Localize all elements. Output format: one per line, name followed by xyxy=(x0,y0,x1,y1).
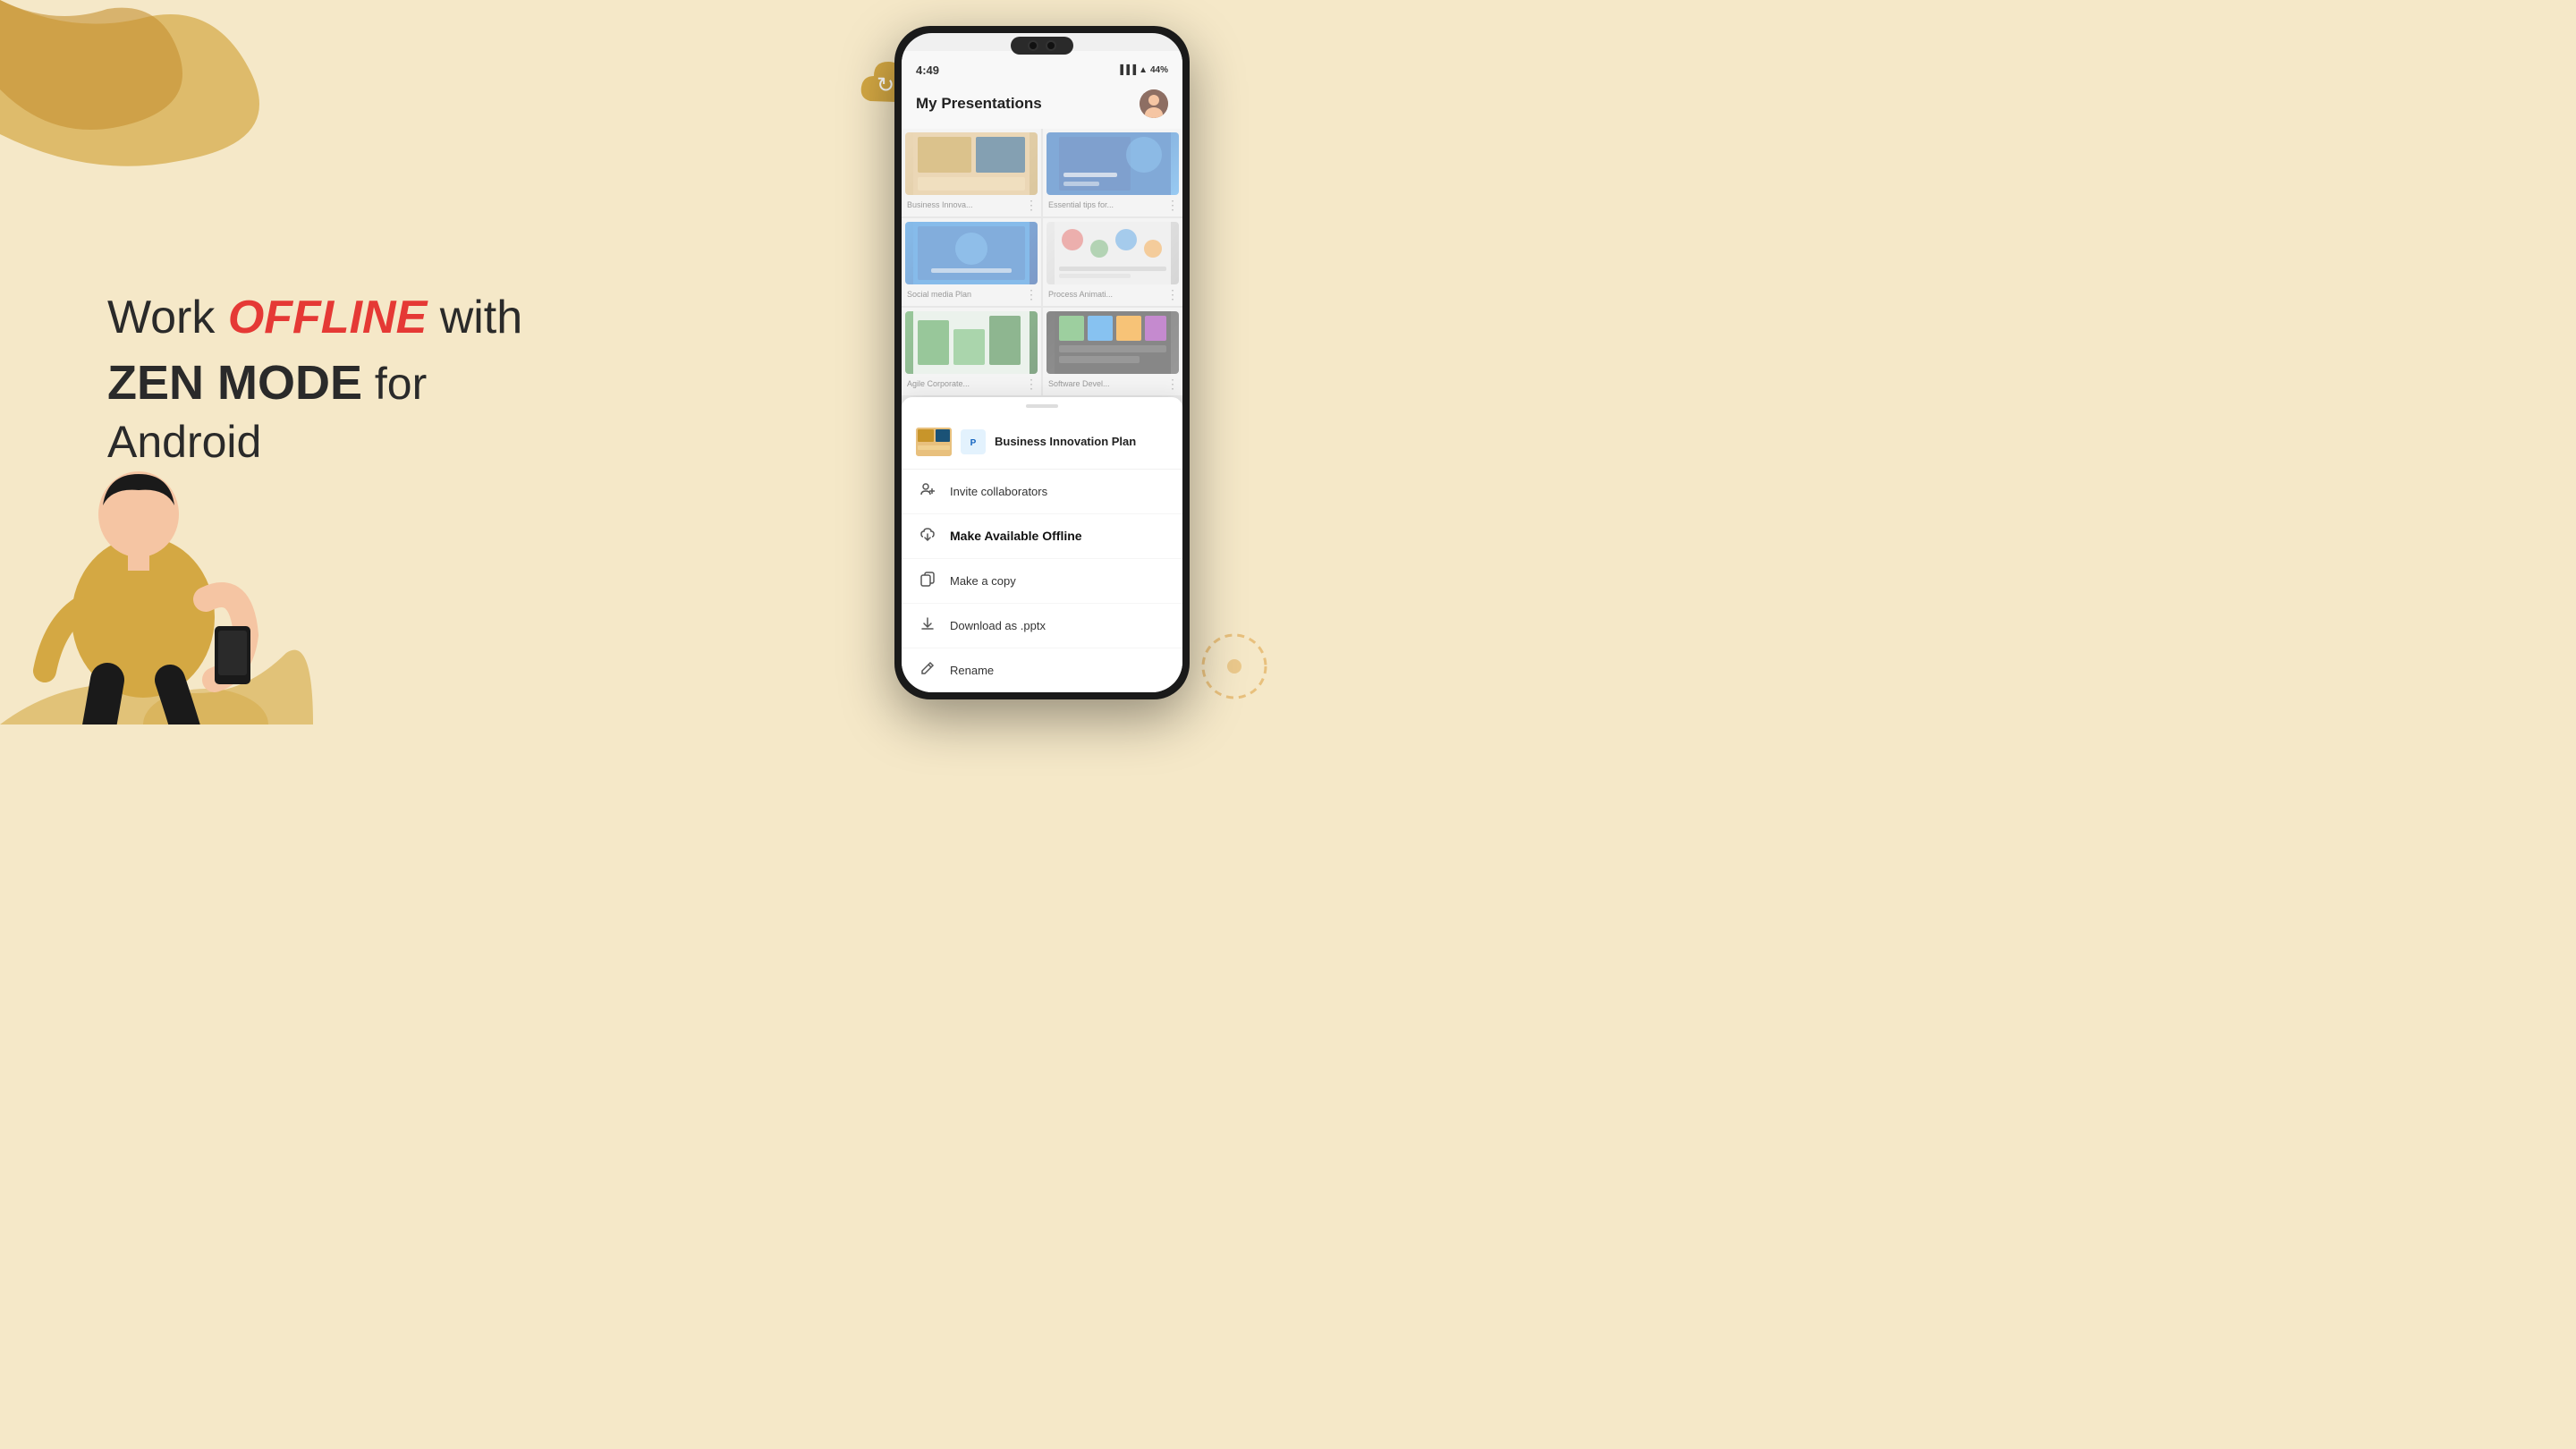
sheet-pptx-icon: P xyxy=(961,429,986,454)
headline-offline: OFFLINE xyxy=(228,292,427,343)
pres-name: Process Animati... xyxy=(1048,290,1113,299)
pres-name: Essential tips for... xyxy=(1048,200,1114,209)
status-time: 4:49 xyxy=(916,64,939,77)
rename-item[interactable]: Rename xyxy=(902,648,1182,692)
presentation-thumbnail xyxy=(905,132,1038,195)
list-item[interactable]: Process Animati... ⋮ xyxy=(1043,218,1182,306)
camera-bump xyxy=(1011,37,1073,55)
phone-section: 4:49 ▐▐▐ ▲ 44% My Presentations xyxy=(894,26,1199,699)
status-icons: ▐▐▐ ▲ 44% xyxy=(1117,65,1168,75)
list-item[interactable]: Software Devel... ⋮ xyxy=(1043,308,1182,395)
user-avatar[interactable] xyxy=(1140,89,1168,118)
sheet-handle xyxy=(1026,404,1058,408)
make-copy-label: Make a copy xyxy=(950,574,1016,588)
invite-collaborators-item[interactable]: Invite collaborators xyxy=(902,470,1182,514)
more-icon[interactable]: ⋮ xyxy=(1166,377,1179,392)
presentation-label: Process Animati... ⋮ xyxy=(1046,284,1179,302)
sheet-thumb-preview xyxy=(916,428,952,456)
presentation-thumbnail xyxy=(905,311,1038,374)
presentation-label: Essential tips for... ⋮ xyxy=(1046,195,1179,213)
invite-collaborators-label: Invite collaborators xyxy=(950,485,1047,498)
presentation-thumbnail xyxy=(1046,132,1179,195)
svg-text:P: P xyxy=(970,438,977,448)
more-icon[interactable]: ⋮ xyxy=(1166,287,1179,302)
presentations-grid: Business Innova... ⋮ xyxy=(902,129,1182,395)
list-item[interactable]: Social media Plan ⋮ xyxy=(902,218,1041,306)
make-copy-item[interactable]: Make a copy xyxy=(902,559,1182,604)
make-available-offline-item[interactable]: Make Available Offline xyxy=(902,514,1182,559)
camera-dot-2 xyxy=(1046,40,1056,51)
person-illustration xyxy=(0,349,340,724)
battery-text: 44% xyxy=(1150,65,1168,75)
presentation-label: Agile Corporate... ⋮ xyxy=(905,374,1038,392)
copy-icon xyxy=(918,571,937,591)
presentation-label: Social media Plan ⋮ xyxy=(905,284,1038,302)
sheet-drag-handle-area xyxy=(902,397,1182,408)
pres-name: Software Devel... xyxy=(1048,379,1110,388)
headline-line1: Work OFFLINE with xyxy=(107,290,572,345)
list-item[interactable]: Agile Corporate... ⋮ xyxy=(902,308,1041,395)
rename-label: Rename xyxy=(950,664,994,677)
presentation-thumbnail xyxy=(1046,222,1179,284)
download-icon xyxy=(918,615,937,636)
phone-inner: 4:49 ▐▐▐ ▲ 44% My Presentations xyxy=(902,33,1182,692)
headline-prefix: Work xyxy=(107,292,228,343)
camera-dot-1 xyxy=(1028,40,1038,51)
download-pptx-item[interactable]: Download as .pptx xyxy=(902,604,1182,648)
pres-name: Business Innova... xyxy=(907,200,973,209)
headline-suffix: with xyxy=(427,292,522,343)
presentation-label: Business Innova... ⋮ xyxy=(905,195,1038,213)
sheet-presentation-title: Business Innovation Plan xyxy=(995,435,1136,448)
presentation-thumbnail xyxy=(905,222,1038,284)
make-available-offline-label: Make Available Offline xyxy=(950,529,1082,543)
more-icon[interactable]: ⋮ xyxy=(1166,198,1179,213)
pres-name: Agile Corporate... xyxy=(907,379,970,388)
rename-icon xyxy=(918,660,937,681)
wifi-icon: ▲ xyxy=(1139,65,1148,75)
more-icon[interactable]: ⋮ xyxy=(1025,377,1038,392)
app-title: My Presentations xyxy=(916,95,1042,113)
bottom-sheet: P Business Innovation Plan xyxy=(902,397,1182,692)
list-item[interactable]: Business Innova... ⋮ xyxy=(902,129,1041,216)
app-header: My Presentations xyxy=(902,82,1182,129)
invite-collaborators-icon xyxy=(918,481,937,502)
offline-icon xyxy=(918,526,937,547)
more-icon[interactable]: ⋮ xyxy=(1025,287,1038,302)
list-item[interactable]: Essential tips for... ⋮ xyxy=(1043,129,1182,216)
status-bar: 4:49 ▐▐▐ ▲ 44% xyxy=(902,51,1182,82)
signal-icon: ▐▐▐ xyxy=(1117,65,1136,75)
sheet-header: P Business Innovation Plan xyxy=(902,415,1182,470)
more-icon[interactable]: ⋮ xyxy=(1025,198,1038,213)
presentation-label: Software Devel... ⋮ xyxy=(1046,374,1179,392)
pres-name: Social media Plan xyxy=(907,290,971,299)
presentation-thumbnail xyxy=(1046,311,1179,374)
download-pptx-label: Download as .pptx xyxy=(950,619,1046,632)
phone-frame: 4:49 ▐▐▐ ▲ 44% My Presentations xyxy=(894,26,1190,699)
